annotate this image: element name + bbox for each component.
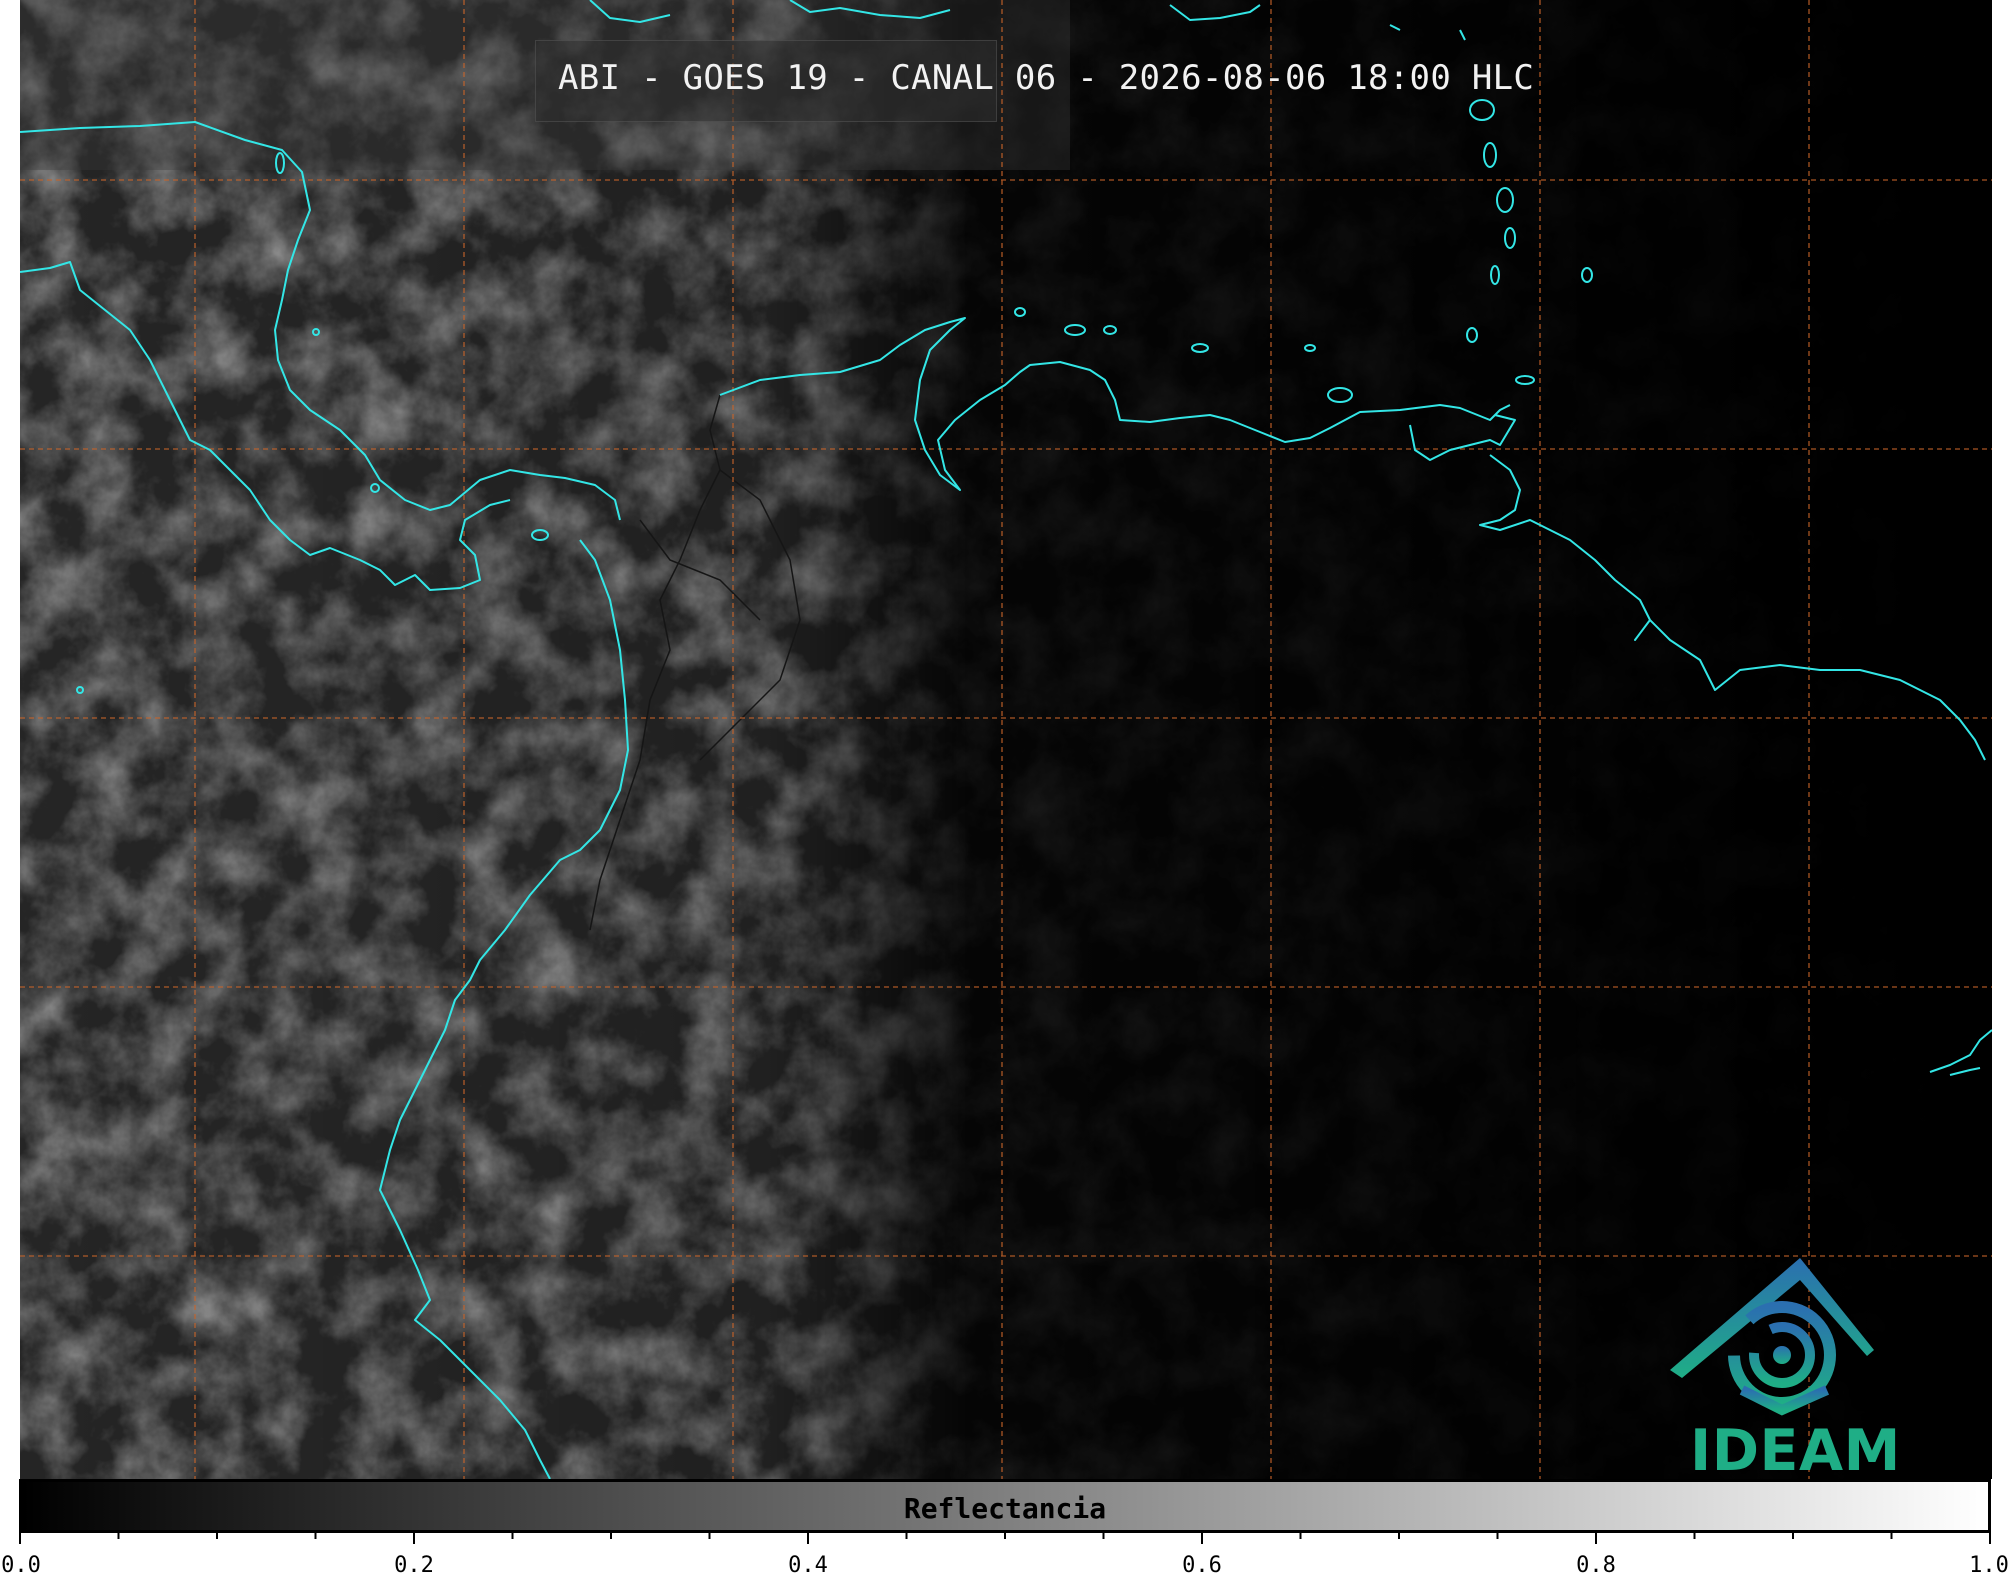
colorbar-tick-label: 0.4 (788, 1553, 828, 1578)
colorbar-tick-label: 0.0 (1, 1553, 41, 1578)
colorbar-tick-label: 0.2 (394, 1553, 434, 1578)
colorbar-label: Reflectancia (903, 1492, 1107, 1525)
colorbar-tick-label: 0.8 (1576, 1553, 1616, 1578)
colorbar-ticks (19, 1530, 1991, 1544)
reflectance-colorbar: Reflectancia (19, 1479, 1991, 1533)
colorbar-tick-label: 1.0 (1969, 1553, 2009, 1578)
map-title: ABI - GOES 19 - CANAL 06 - 2026-08-06 18… (558, 58, 1535, 98)
logo-wordmark: IDEAM (1690, 1418, 1901, 1484)
colorbar-tick-label: 0.6 (1182, 1553, 1222, 1578)
